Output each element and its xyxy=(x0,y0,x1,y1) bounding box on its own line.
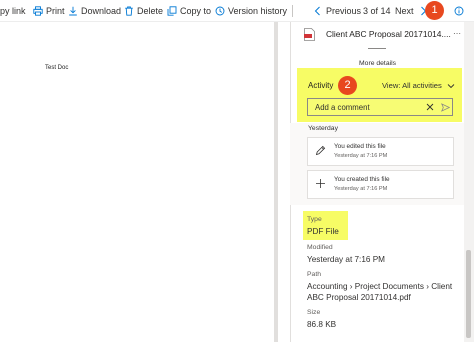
print-button[interactable]: Print xyxy=(33,4,65,18)
add-comment-input[interactable] xyxy=(308,99,418,115)
more-details-link[interactable]: More details xyxy=(359,60,396,67)
version-history-label: Version history xyxy=(228,6,288,16)
activity-filter-dropdown[interactable]: View: All activities xyxy=(382,81,455,90)
history-icon xyxy=(215,6,225,16)
toolbar-divider xyxy=(292,5,293,17)
copy-to-label: Copy to xyxy=(180,6,212,16)
copy-link-button[interactable]: py link xyxy=(0,4,26,18)
size-value: 86.8 KB xyxy=(307,320,337,329)
download-label: Download xyxy=(81,6,122,16)
download-icon xyxy=(68,6,78,16)
activity-item[interactable]: You edited this file Yesterday at 7:16 P… xyxy=(307,137,454,166)
activity-item[interactable]: You created this file Yesterday at 7:16 … xyxy=(307,170,454,199)
activity-group-label: Yesterday xyxy=(308,125,338,132)
modified-label: Modified xyxy=(307,244,333,251)
modified-value: Yesterday at 7:16 PM xyxy=(307,255,385,264)
size-label: Size xyxy=(307,309,321,316)
details-scrollbar-thumb[interactable] xyxy=(466,250,471,338)
chevron-left-icon xyxy=(313,6,323,16)
info-icon xyxy=(454,6,464,16)
path-label: Path xyxy=(307,271,321,278)
copy-link-label: py link xyxy=(0,6,26,16)
document-text: Test Doc xyxy=(45,65,69,71)
file-position-label: 3 of 14 xyxy=(363,6,391,16)
pdf-file-icon xyxy=(304,27,315,41)
plus-icon xyxy=(316,179,325,188)
copy-to-button[interactable]: Copy to xyxy=(167,4,211,18)
send-icon[interactable] xyxy=(441,103,450,112)
chevron-down-icon xyxy=(447,83,455,88)
path-breadcrumb[interactable]: Accounting › Project Documents › Client xyxy=(307,282,452,291)
download-button[interactable]: Download xyxy=(68,4,121,18)
comment-box xyxy=(307,98,453,116)
document-page: Test Doc xyxy=(0,22,274,342)
version-history-button[interactable]: Version history xyxy=(215,4,287,18)
file-position: 3 of 14 xyxy=(363,4,391,18)
file-header: Client ABC Proposal 20171014.... xyxy=(304,26,464,42)
more-details-divider xyxy=(368,48,386,49)
activity-item-text: You created this file xyxy=(334,176,390,183)
next-label: Next xyxy=(395,6,414,16)
type-label: Type xyxy=(307,216,322,223)
delete-label: Delete xyxy=(137,6,164,16)
previous-button[interactable]: Previous xyxy=(313,4,361,18)
document-scrollbar[interactable] xyxy=(274,22,278,342)
callout-badge-1: 1 xyxy=(425,1,444,20)
pencil-icon xyxy=(315,145,326,156)
delete-button[interactable]: Delete xyxy=(124,4,163,18)
file-name: Client ABC Proposal 20171014.... xyxy=(326,29,451,39)
activity-item-time: Yesterday at 7:16 PM xyxy=(334,186,388,192)
clear-icon[interactable] xyxy=(426,103,434,111)
more-options-icon[interactable]: ⋯ xyxy=(453,29,461,38)
command-bar: py link Print Download Delete Copy to Ve… xyxy=(0,0,474,22)
document-viewer[interactable]: Test Doc xyxy=(0,22,278,342)
print-label: Print xyxy=(46,6,65,16)
path-file-name[interactable]: ABC Proposal 20171014.pdf xyxy=(307,293,411,302)
activity-filter-label: View: All activities xyxy=(382,81,442,90)
type-value: PDF File xyxy=(307,227,339,236)
callout-badge-2: 2 xyxy=(338,76,357,95)
trash-icon xyxy=(124,6,134,16)
copy-icon xyxy=(167,6,177,16)
activity-item-time: Yesterday at 7:16 PM xyxy=(334,153,388,159)
activity-item-text: You edited this file xyxy=(334,143,386,150)
info-button[interactable] xyxy=(454,4,467,18)
print-icon xyxy=(33,6,43,16)
previous-label: Previous xyxy=(326,6,362,16)
activity-heading: Activity xyxy=(308,81,334,90)
